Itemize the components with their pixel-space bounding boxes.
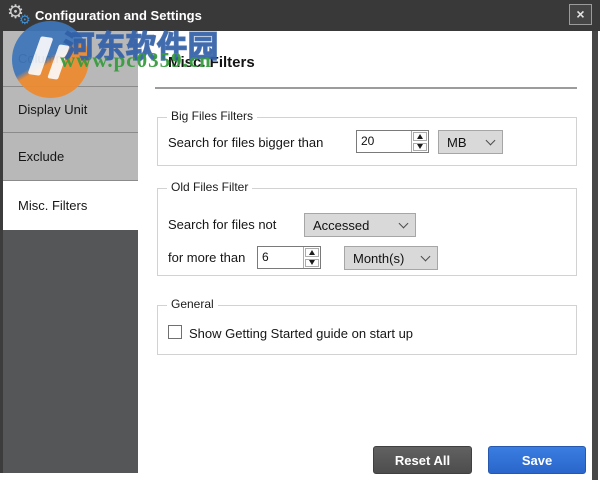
duration-spinner-up-button[interactable] bbox=[305, 248, 319, 257]
unit-dropdown-value: MB bbox=[447, 135, 487, 150]
arrow-down-icon bbox=[309, 260, 315, 265]
size-spinner-value: 20 bbox=[357, 131, 411, 152]
duration-spinner-down-button[interactable] bbox=[305, 259, 319, 268]
arrow-down-icon bbox=[417, 144, 423, 149]
show-getting-started-label: Show Getting Started guide on start up bbox=[189, 326, 413, 341]
gear-small-icon: ⚙ bbox=[19, 13, 31, 26]
group-old-files-title: Old Files Filter bbox=[167, 180, 252, 194]
sidebar-item-display-unit[interactable]: Display Unit bbox=[3, 87, 138, 133]
group-old-files-filter: Old Files Filter Search for files not Ac… bbox=[157, 188, 577, 276]
duration-unit-dropdown[interactable]: Month(s) bbox=[344, 246, 438, 270]
files-not-label: Search for files not bbox=[168, 217, 276, 232]
configuration-dialog: ⚙ ⚙ Configuration and Settings × Columns… bbox=[0, 0, 600, 480]
window-title: Configuration and Settings bbox=[35, 0, 202, 31]
condition-dropdown[interactable]: Accessed bbox=[304, 213, 416, 237]
duration-unit-dropdown-value: Month(s) bbox=[353, 251, 422, 266]
save-button[interactable]: Save bbox=[488, 446, 586, 474]
show-getting-started-checkbox[interactable] bbox=[168, 325, 182, 339]
size-spinner-buttons bbox=[411, 131, 428, 152]
condition-dropdown-value: Accessed bbox=[313, 218, 400, 233]
duration-spinner-buttons bbox=[303, 247, 320, 268]
duration-spinner[interactable]: 6 bbox=[257, 246, 321, 269]
title-separator bbox=[155, 87, 577, 89]
duration-spinner-value: 6 bbox=[258, 247, 303, 268]
unit-dropdown[interactable]: MB bbox=[438, 130, 503, 154]
more-than-label: for more than bbox=[168, 250, 245, 265]
page-title: Misc. Filters bbox=[168, 54, 255, 71]
sidebar-item-misc-filters[interactable]: Misc. Filters bbox=[3, 181, 138, 230]
app-icon: ⚙ ⚙ bbox=[7, 3, 33, 29]
chevron-down-icon bbox=[399, 218, 409, 228]
group-general-title: General bbox=[167, 297, 218, 311]
size-spinner-down-button[interactable] bbox=[413, 143, 427, 152]
sidebar-item-columns[interactable]: Columns bbox=[3, 31, 138, 87]
close-icon: × bbox=[576, 6, 584, 22]
chevron-down-icon bbox=[421, 251, 431, 261]
sidebar: Columns Display Unit Exclude Misc. Filte… bbox=[3, 31, 138, 473]
size-spinner-up-button[interactable] bbox=[413, 132, 427, 141]
sidebar-filler bbox=[3, 230, 138, 473]
size-spinner[interactable]: 20 bbox=[356, 130, 429, 153]
group-general: General Show Getting Started guide on st… bbox=[157, 305, 577, 355]
reset-all-button[interactable]: Reset All bbox=[373, 446, 472, 474]
group-big-files-filters: Big Files Filters Search for files bigge… bbox=[157, 117, 577, 166]
close-button[interactable]: × bbox=[569, 4, 592, 25]
chevron-down-icon bbox=[486, 135, 496, 145]
window-right-border bbox=[592, 31, 598, 480]
titlebar: ⚙ ⚙ Configuration and Settings × bbox=[0, 0, 600, 31]
bigger-than-label: Search for files bigger than bbox=[168, 135, 323, 150]
group-big-files-title: Big Files Filters bbox=[167, 109, 257, 123]
arrow-up-icon bbox=[417, 134, 423, 139]
arrow-up-icon bbox=[309, 250, 315, 255]
sidebar-item-exclude[interactable]: Exclude bbox=[3, 133, 138, 181]
